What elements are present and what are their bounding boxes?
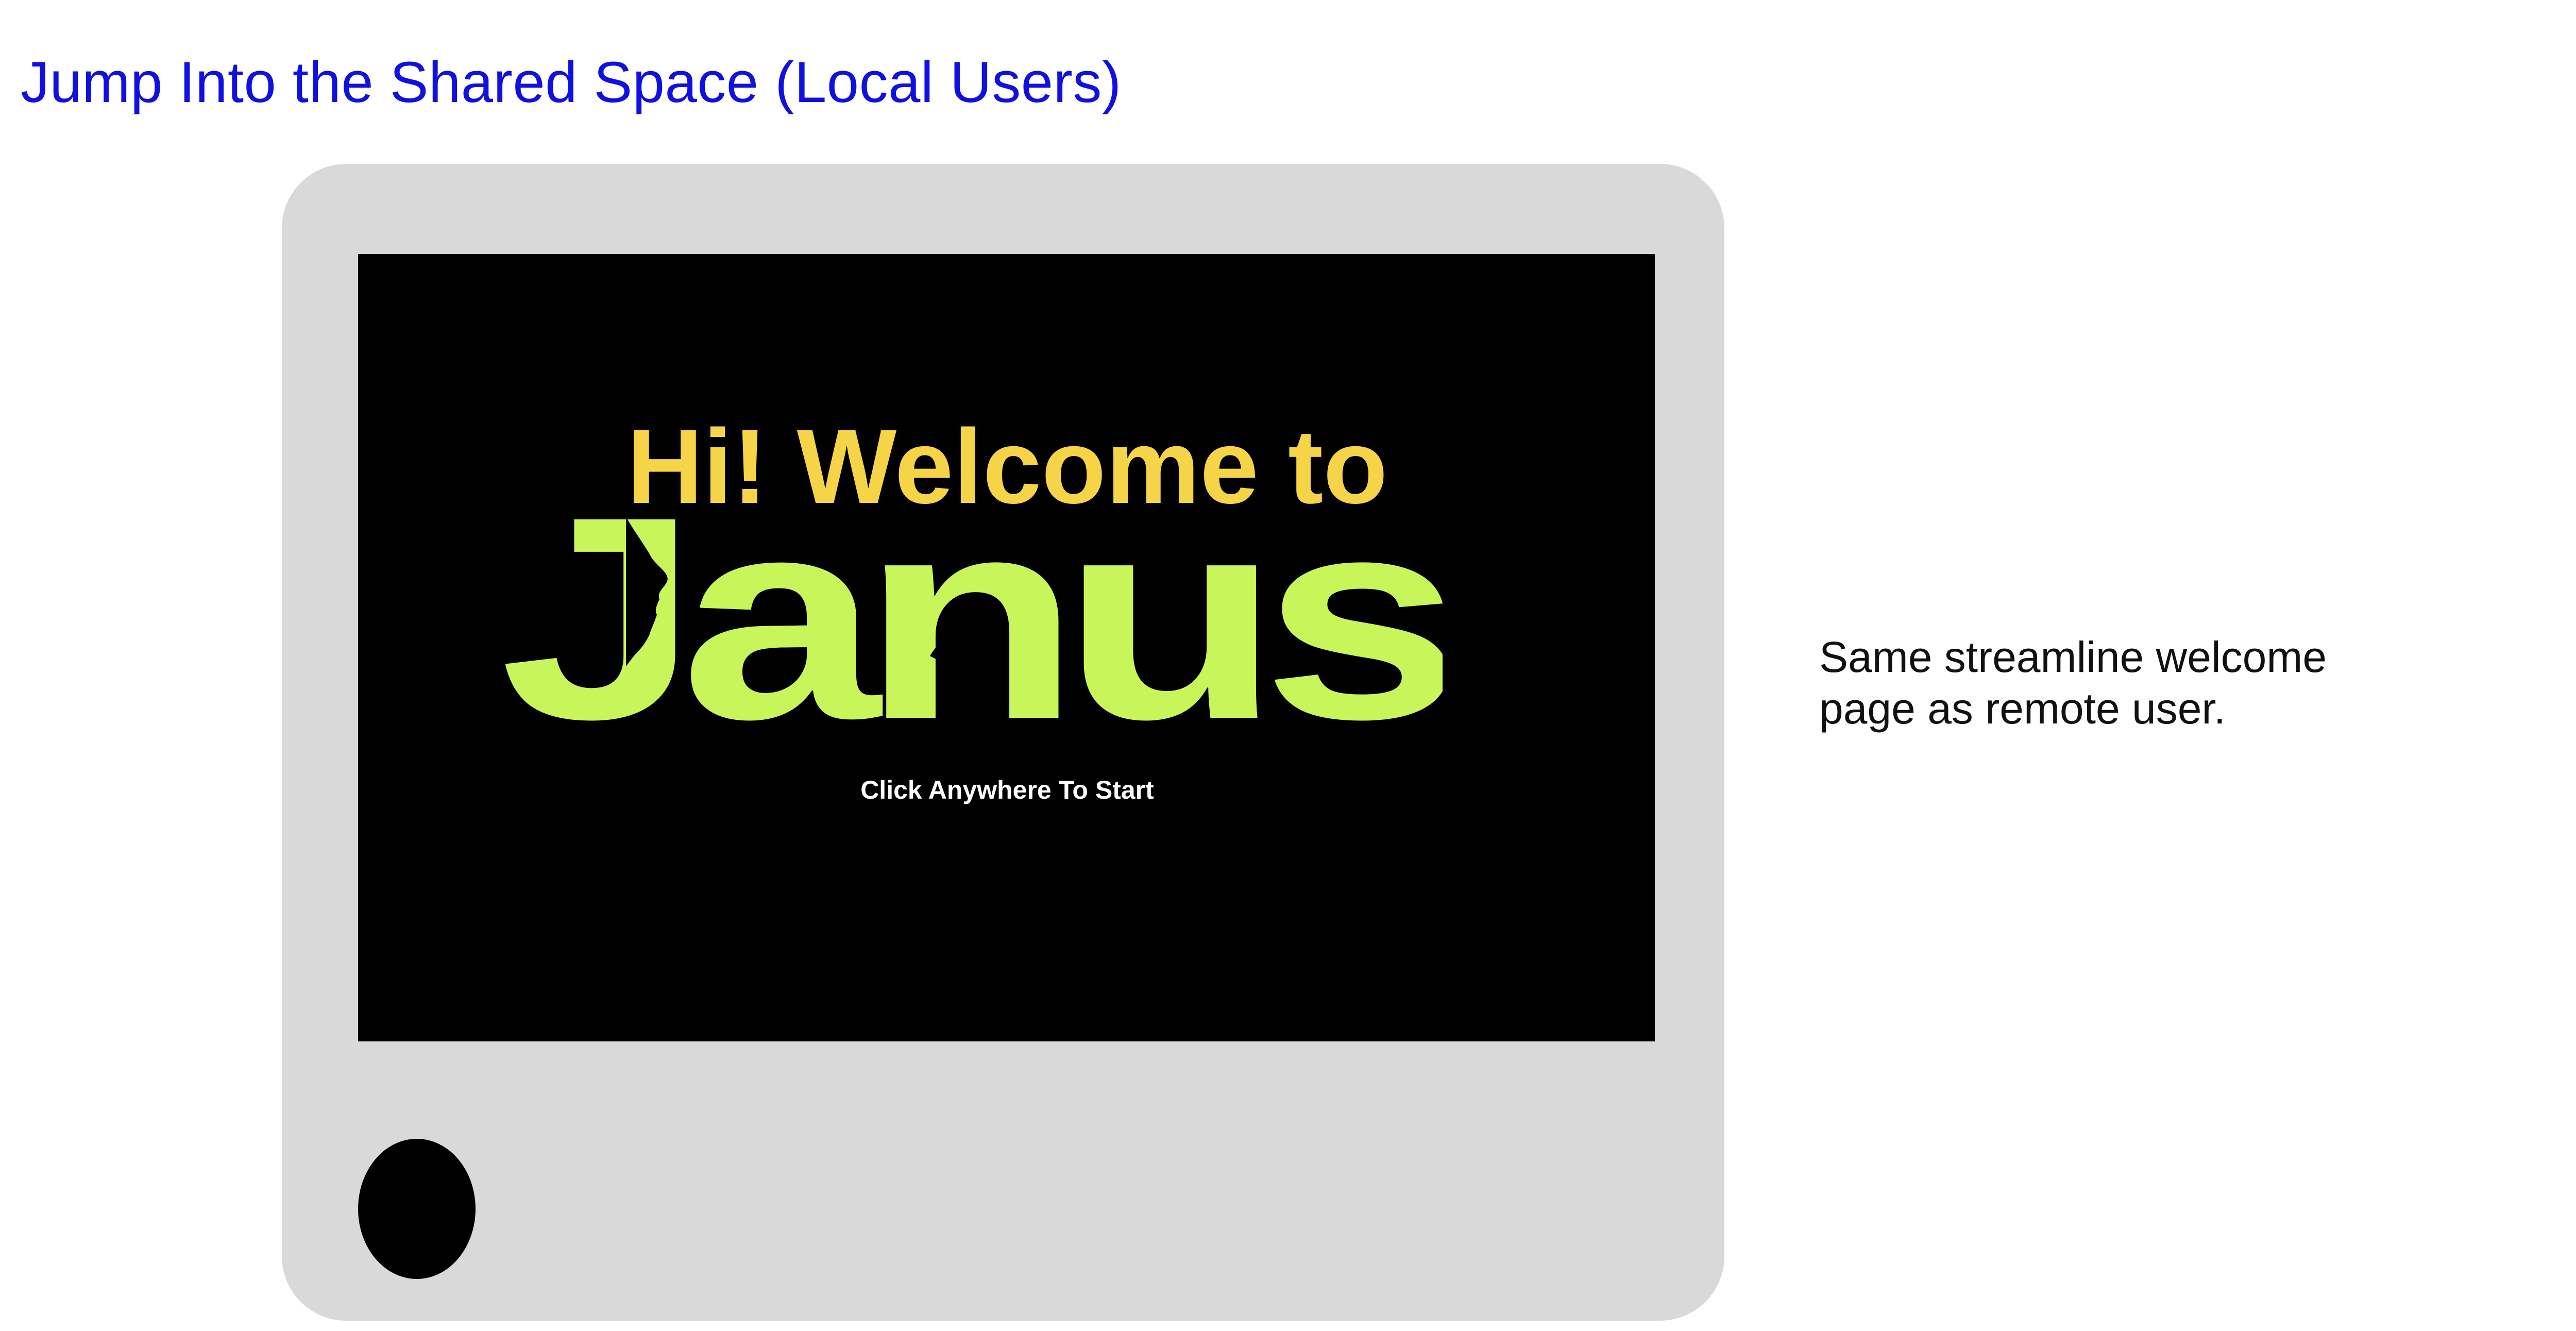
page-title: Jump Into the Shared Space (Local Users) (21, 50, 1122, 114)
side-note-line-1: Same streamline welcome (1819, 633, 2327, 681)
side-note-line-2: page as remote user. (1819, 684, 2226, 733)
side-note: Same streamline welcome page as remote u… (1819, 631, 2489, 734)
janus-logo: Janus (500, 496, 1443, 728)
tablet-device-mockup: Hi! Welcome to Janus Click Anywhere To S… (282, 164, 1724, 1321)
device-screen[interactable]: Hi! Welcome to Janus Click Anywhere To S… (358, 254, 1655, 1041)
home-button-icon[interactable] (358, 1139, 476, 1279)
click-to-start-text[interactable]: Click Anywhere To Start (358, 777, 1655, 803)
